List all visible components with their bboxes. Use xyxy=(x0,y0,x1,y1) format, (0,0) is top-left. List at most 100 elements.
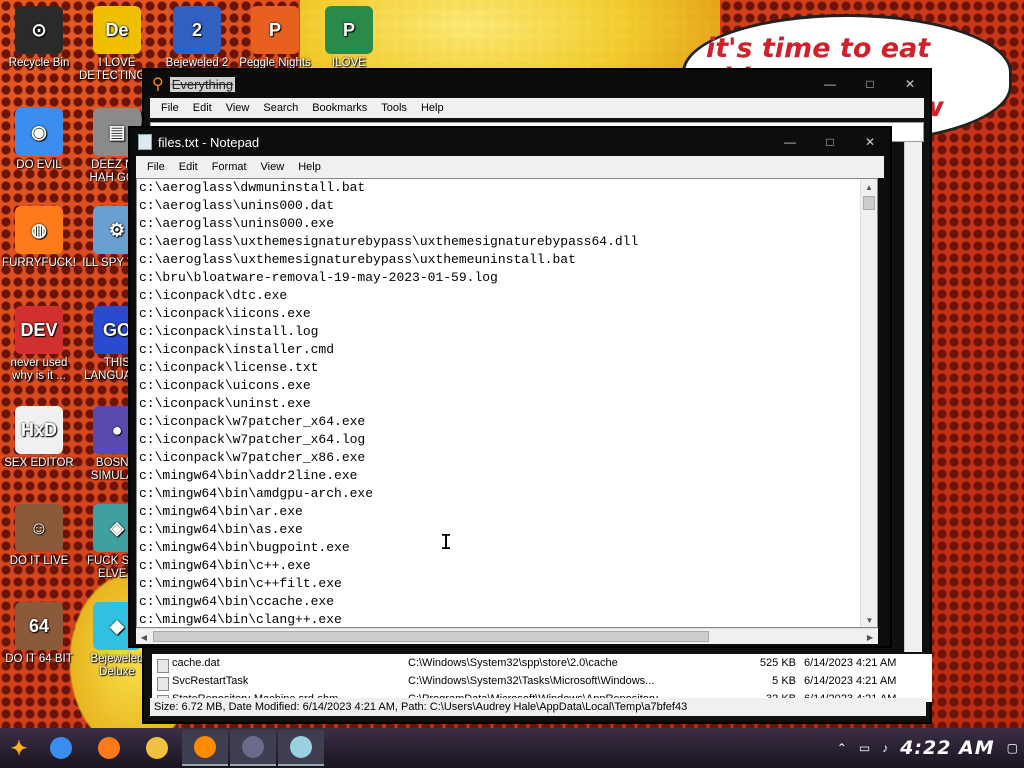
desktop-icon-image: ⊙ xyxy=(15,6,63,54)
table-row[interactable]: SvcRestartTask C:\Windows\System32\Tasks\… xyxy=(152,672,932,691)
text-line: c:\mingw64\bin\ccache.exe xyxy=(139,594,335,609)
text-line: c:\iconpack\dtc.exe xyxy=(139,288,288,303)
system-tray: ⌃ ▭ ♪ 4:22 AM ▢ xyxy=(831,737,1024,759)
close-button[interactable]: ✕ xyxy=(890,73,930,95)
taskbar-app-notepad[interactable] xyxy=(278,730,324,766)
notepad-menubar: File Edit Format View Help xyxy=(136,156,884,178)
cell-name: SvcRestartTask xyxy=(152,675,408,691)
text-line: c:\mingw64\bin\bugpoint.exe xyxy=(139,540,350,555)
desktop-icon[interactable]: ☺ DO IT LIVE xyxy=(0,504,78,568)
scroll-thumb[interactable] xyxy=(863,196,875,210)
clock[interactable]: 4:22 AM xyxy=(900,737,995,759)
text-line: c:\bru\bloatware-removal-19-may-2023-01-… xyxy=(139,270,498,285)
desktop-icon[interactable]: P ILOVE xyxy=(310,6,388,70)
menu-item-help[interactable]: Help xyxy=(291,161,328,173)
text-line: c:\iconpack\license.txt xyxy=(139,360,319,375)
notepad-horizontal-scrollbar[interactable]: ◀ ▶ xyxy=(136,628,878,644)
desktop-icon-image: ◍ xyxy=(15,206,63,254)
desktop-icon[interactable]: ⊙ Recycle Bin xyxy=(0,6,78,70)
taskbar-app-everything[interactable] xyxy=(182,730,228,766)
desktop-icon[interactable]: ◉ DO EVIL xyxy=(0,108,78,172)
cell-name: cache.dat xyxy=(152,657,408,673)
desktop-icon-image: 2 xyxy=(173,6,221,54)
scroll-up-arrow-icon[interactable]: ▲ xyxy=(861,179,877,196)
menu-item-format[interactable]: Format xyxy=(205,161,254,173)
desktop-icon-label: DO IT LIVE xyxy=(9,555,69,567)
taskbar-app-firefox[interactable] xyxy=(86,730,132,766)
text-line: c:\iconpack\iicons.exe xyxy=(139,306,311,321)
minimize-button[interactable]: — xyxy=(770,131,810,153)
minimize-button[interactable]: — xyxy=(810,73,850,95)
notepad-title: files.txt - Notepad xyxy=(158,134,260,150)
desktop-icon-label: SEX EDITOR xyxy=(4,457,74,469)
text-line: c:\aeroglass\unins000.exe xyxy=(139,216,335,231)
desktop-icon[interactable]: ◍ FURRYFUCK! xyxy=(0,206,78,270)
menu-item-file[interactable]: File xyxy=(154,102,186,114)
file-explorer-icon xyxy=(146,737,168,759)
everything-menubar: File Edit View Search Bookmarks Tools Help xyxy=(150,98,924,118)
taskbar-app-chrome[interactable] xyxy=(38,730,84,766)
desktop-icon-label: FURRYFUCK! xyxy=(2,257,76,269)
network-icon[interactable]: ▭ xyxy=(859,741,870,755)
text-line: c:\aeroglass\unins000.dat xyxy=(139,198,335,213)
desktop-icon[interactable]: DEV never used why is it ... xyxy=(0,306,78,383)
notepad-titlebar[interactable]: files.txt - Notepad — □ ✕ xyxy=(130,128,890,156)
table-row[interactable]: cache.dat C:\Windows\System32\spp\store\2… xyxy=(152,654,932,673)
desktop-icon-image: De xyxy=(93,6,141,54)
menu-item-view[interactable]: View xyxy=(219,102,257,114)
volume-icon[interactable]: ♪ xyxy=(882,741,888,755)
menu-item-file[interactable]: File xyxy=(140,161,172,173)
menu-item-edit[interactable]: Edit xyxy=(186,102,219,114)
taskbar-app-file-explorer[interactable] xyxy=(134,730,180,766)
notepad-text-area[interactable]: c:\aeroglass\dwmuninstall.bat c:\aeroglas… xyxy=(136,178,878,628)
desktop-icon[interactable]: 64 DO IT 64 BIT xyxy=(0,602,78,666)
menu-item-tools[interactable]: Tools xyxy=(374,102,414,114)
desktop-icon-label: Recycle Bin xyxy=(8,57,70,69)
maximize-button[interactable]: □ xyxy=(810,131,850,153)
desktop-icon[interactable]: 2 Bejeweled 2 xyxy=(158,6,236,70)
menu-item-view[interactable]: View xyxy=(254,161,292,173)
menu-item-edit[interactable]: Edit xyxy=(172,161,205,173)
taskbar-apps xyxy=(38,730,326,766)
desktop-icon-image: ◉ xyxy=(15,108,63,156)
desktop-icon[interactable]: P Peggle Nights xyxy=(236,6,314,70)
text-line: c:\mingw64\bin\c++.exe xyxy=(139,558,311,573)
notepad-icon xyxy=(290,736,312,758)
desktop-icon-label: DO IT 64 BIT xyxy=(5,653,73,665)
cell-size: 5 KB xyxy=(772,675,796,687)
text-line: c:\mingw64\bin\amdgpu-arch.exe xyxy=(139,486,374,501)
desktop-icon-image: P xyxy=(325,6,373,54)
scroll-down-arrow-icon[interactable]: ▼ xyxy=(861,612,877,627)
desktop-icon-image: DEV xyxy=(15,306,63,354)
notepad-vertical-scrollbar[interactable]: ▲ ▼ xyxy=(860,179,877,627)
text-line: c:\mingw64\bin\c++filt.exe xyxy=(139,576,342,591)
app-window-icon xyxy=(242,736,264,758)
notifications-icon[interactable]: ▢ xyxy=(1007,741,1018,755)
menu-item-search[interactable]: Search xyxy=(256,102,305,114)
menu-item-bookmarks[interactable]: Bookmarks xyxy=(305,102,374,114)
desktop-icon[interactable]: HxD SEX EDITOR xyxy=(0,406,78,470)
desktop-icon-image: HxD xyxy=(15,406,63,454)
show-hidden-icons-icon[interactable]: ⌃ xyxy=(837,741,847,755)
chrome-icon xyxy=(50,737,72,759)
cell-path: C:\Windows\System32\spp\store\2.0\cache xyxy=(408,657,618,669)
notepad-window[interactable]: files.txt - Notepad — □ ✕ File Edit Format… xyxy=(128,126,892,648)
desktop-icon-image: ☺ xyxy=(15,504,63,552)
firefox-icon xyxy=(98,737,120,759)
taskbar-app-app-window[interactable] xyxy=(230,730,276,766)
close-button[interactable]: ✕ xyxy=(850,131,890,153)
maximize-button[interactable]: □ xyxy=(850,73,890,95)
cell-size: 525 KB xyxy=(759,657,796,669)
everything-titlebar[interactable]: ⚲ Everything — □ ✕ xyxy=(144,70,930,98)
start-button[interactable]: ✦ xyxy=(0,730,38,766)
text-line: c:\iconpack\w7patcher_x86.exe xyxy=(139,450,366,465)
everything-icon xyxy=(194,736,216,758)
desktop-icon-label: DO EVIL xyxy=(16,159,62,171)
scroll-left-arrow-icon[interactable]: ◀ xyxy=(136,629,152,645)
scroll-right-arrow-icon[interactable]: ▶ xyxy=(862,629,878,645)
scroll-thumb-horizontal[interactable] xyxy=(153,631,709,642)
menu-item-help[interactable]: Help xyxy=(414,102,451,114)
ibeam-cursor-icon: I xyxy=(440,530,453,554)
everything-vertical-scrollbar[interactable] xyxy=(904,142,922,652)
desktop-icon-image: 64 xyxy=(15,602,63,650)
